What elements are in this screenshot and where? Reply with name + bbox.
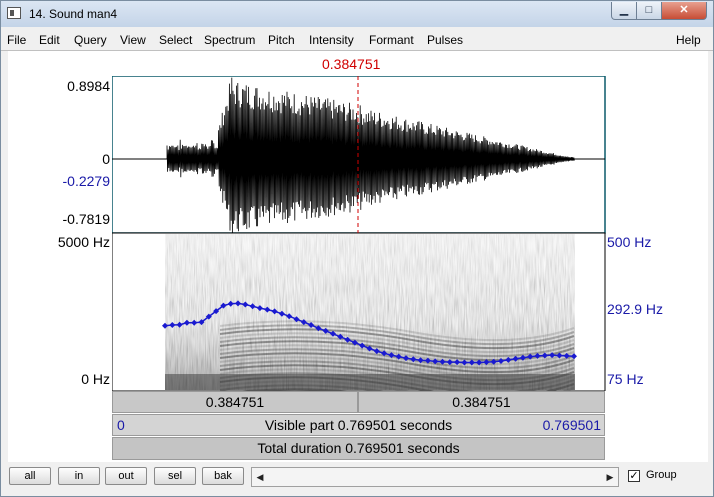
- maximize-button[interactable]: □: [636, 2, 662, 20]
- scroll-left-icon[interactable]: ◀: [252, 468, 268, 486]
- total-duration-bar[interactable]: Total duration 0.769501 seconds: [112, 437, 605, 460]
- menu-formant[interactable]: Formant: [369, 33, 414, 47]
- spectrogram-image: [165, 234, 575, 391]
- menu-pitch[interactable]: Pitch: [268, 33, 295, 47]
- pitch-axis-top-label: 500 Hz: [607, 234, 652, 250]
- bottom-toolbar: all in out sel bak ◀ ▶ ✓ Group: [1, 462, 713, 496]
- pitch-axis-mid-label: 292.9 Hz: [607, 301, 664, 317]
- visible-part-bar[interactable]: 0 Visible part 0.769501 seconds 0.769501: [112, 414, 605, 436]
- menu-spectrum[interactable]: Spectrum: [204, 33, 255, 47]
- window-title: 14. Sound man4: [29, 7, 118, 21]
- sound-editor-window: 14. Sound man4 ▁ □ ✕ File Edit Query Vie…: [0, 0, 714, 497]
- menu-bar: File Edit Query View Select Spectrum Pit…: [1, 30, 713, 51]
- spectrogram-freq-top-label: 5000 Hz: [57, 234, 110, 250]
- left-segment-duration: 0.384751: [205, 394, 265, 410]
- waveform-zero-label: 0: [102, 151, 110, 167]
- zoom-in-button[interactable]: in: [58, 467, 100, 485]
- right-segment-bar[interactable]: 0.384751: [358, 391, 605, 413]
- spectrogram-low-band: [165, 374, 575, 390]
- app-icon: [7, 7, 21, 19]
- waveform-cursor-value-label: -0.2279: [62, 173, 110, 189]
- close-button[interactable]: ✕: [661, 2, 707, 20]
- visible-part-label: Visible part 0.769501 seconds: [264, 417, 453, 433]
- pitch-axis-bottom-label: 75 Hz: [607, 371, 644, 387]
- waveform-max-label: 0.8984: [67, 78, 110, 94]
- group-checkbox[interactable]: ✓: [628, 470, 640, 482]
- horizontal-scrollbar[interactable]: ◀ ▶: [251, 467, 619, 487]
- zoom-out-button[interactable]: out: [105, 467, 147, 485]
- menu-edit[interactable]: Edit: [39, 33, 60, 47]
- right-segment-duration: 0.384751: [452, 394, 511, 410]
- menu-pulses[interactable]: Pulses: [427, 33, 463, 47]
- signal-plot[interactable]: [112, 76, 606, 391]
- scroll-right-icon[interactable]: ▶: [602, 468, 618, 486]
- menu-select[interactable]: Select: [159, 33, 192, 47]
- menu-help[interactable]: Help: [676, 33, 701, 47]
- visible-end-time: 0.769501: [542, 417, 601, 433]
- zoom-all-button[interactable]: all: [9, 467, 51, 485]
- menu-view[interactable]: View: [120, 33, 146, 47]
- zoom-selection-button[interactable]: sel: [154, 467, 196, 485]
- spectrogram-freq-bottom-label: 0 Hz: [81, 371, 110, 387]
- title-bar[interactable]: 14. Sound man4 ▁ □ ✕: [1, 1, 713, 27]
- group-label: Group: [646, 469, 677, 481]
- minimize-button[interactable]: ▁: [611, 2, 637, 20]
- zoom-back-button[interactable]: bak: [202, 467, 244, 485]
- cursor-time-label: 0.384751: [322, 56, 381, 72]
- menu-intensity[interactable]: Intensity: [309, 33, 354, 47]
- editor-canvas[interactable]: 0.384751 0.8984 0 -0.2279 -0.7819 5000 H…: [8, 51, 708, 462]
- left-segment-bar[interactable]: 0.384751: [112, 391, 358, 413]
- waveform-min-label: -0.7819: [62, 211, 110, 227]
- menu-query[interactable]: Query: [74, 33, 107, 47]
- menu-file[interactable]: File: [7, 33, 26, 47]
- total-duration-label: Total duration 0.769501 seconds: [257, 440, 460, 456]
- spectrogram-panel: [112, 232, 606, 391]
